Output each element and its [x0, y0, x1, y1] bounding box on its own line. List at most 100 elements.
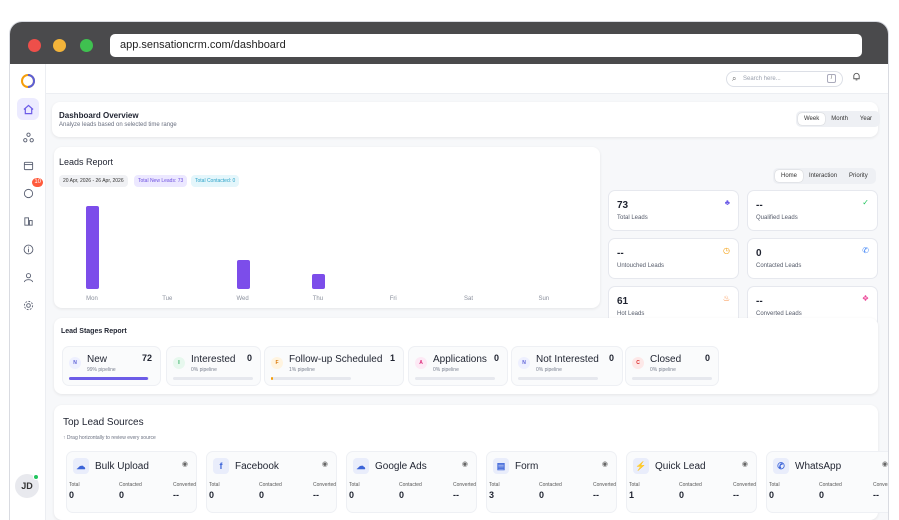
stage-name: Interested: [191, 354, 236, 365]
source-col-value: 0: [769, 490, 775, 500]
search-shortcut-key: /: [827, 74, 836, 83]
stat-label: Total Leads: [617, 215, 648, 221]
search-input[interactable]: ⌕ Search here... /: [726, 71, 843, 87]
stage-pipeline: 0% pipeline: [191, 367, 217, 373]
logo-icon[interactable]: [17, 70, 39, 92]
eye-icon[interactable]: ◉: [182, 460, 188, 468]
source-col-label: Total: [209, 482, 220, 488]
stat-value: 0: [756, 248, 762, 259]
search-placeholder: Search here...: [743, 76, 781, 82]
crm-app: 10 JD ⌕ Search here... / Dashboard Overv…: [10, 64, 888, 520]
view-tabs: Home Interaction Priority: [773, 168, 876, 184]
range-tab-month[interactable]: Month: [825, 113, 854, 125]
avatar-initials: JD: [21, 481, 33, 491]
source-card-bulk-upload[interactable]: ☁ Bulk Upload ◉ Total 0 Contacted 0 Converted --: [67, 452, 196, 512]
eye-icon[interactable]: ◉: [462, 460, 468, 468]
source-col-value: 0: [679, 490, 685, 500]
source-card-google-ads[interactable]: ☁ Google Ads ◉ Total 0 Contacted 0 Converted --: [347, 452, 476, 512]
clock-icon: ◷: [723, 246, 730, 255]
info-icon[interactable]: [17, 238, 39, 260]
source-col-label: Converted: [453, 482, 477, 488]
stage-progress-fill: [69, 377, 149, 380]
avatar[interactable]: JD: [15, 474, 39, 498]
source-col-value: 0: [349, 490, 355, 500]
source-name: WhatsApp: [795, 461, 842, 472]
range-tab-week[interactable]: Week: [798, 113, 826, 125]
stage-initial: N: [69, 357, 81, 369]
source-card-quick-lead[interactable]: ⚡ Quick Lead ◉ Total 1 Contacted 0 Converted --: [627, 452, 756, 512]
stat-card-untouched-leads[interactable]: -- Untouched Leads ◷: [609, 239, 738, 278]
network-icon[interactable]: [17, 126, 39, 148]
source-col-value: --: [733, 490, 739, 500]
source-col-value: 0: [399, 490, 405, 500]
stat-card-contacted-leads[interactable]: 0 Contacted Leads ✆: [748, 239, 877, 278]
stage-count: 1: [389, 353, 395, 363]
source-card-form[interactable]: ▤ Form ◉ Total 3 Contacted 0 Converted --: [487, 452, 616, 512]
view-tab-interaction[interactable]: Interaction: [803, 170, 843, 182]
stage-progress-track: [415, 377, 495, 380]
notifications-icon[interactable]: 10: [17, 178, 43, 204]
eye-icon[interactable]: ◉: [742, 460, 748, 468]
home-icon[interactable]: [17, 98, 39, 120]
source-name: Google Ads: [375, 461, 427, 472]
source-col-label: Converted: [733, 482, 757, 488]
stage-progress-track: [632, 377, 712, 380]
view-tab-priority[interactable]: Priority: [843, 170, 874, 182]
source-col-value: 0: [119, 490, 125, 500]
page-subtitle: Analyze leads based on selected time ran…: [59, 122, 177, 128]
stage-count: 72: [141, 353, 152, 363]
source-name: Quick Lead: [655, 461, 706, 472]
stage-card-not-interested[interactable]: N Not Interested 0 0% pipeline: [512, 347, 622, 385]
stage-count: 0: [608, 353, 614, 363]
stage-card-interested[interactable]: I Interested 0 0% pipeline: [167, 347, 260, 385]
leads-report-title: Leads Report: [59, 157, 114, 167]
user-icon[interactable]: [17, 266, 39, 288]
stage-card-follow-up-scheduled[interactable]: F Follow-up Scheduled 1 1% pipeline: [265, 347, 403, 385]
stage-name: New: [87, 354, 108, 365]
calendar-icon[interactable]: [17, 154, 39, 176]
eye-icon[interactable]: ◉: [882, 460, 888, 468]
source-col-label: Contacted: [539, 482, 562, 488]
source-col-value: --: [173, 490, 179, 500]
source-col-label: Total: [489, 482, 500, 488]
stage-card-applications[interactable]: A Applications 0 0% pipeline: [409, 347, 507, 385]
source-col-label: Contacted: [819, 482, 842, 488]
source-col-label: Converted: [873, 482, 888, 488]
minimize-window-button[interactable]: [53, 39, 66, 52]
source-card-facebook[interactable]: f Facebook ◉ Total 0 Contacted 0 Converted --: [207, 452, 336, 512]
source-col-label: Converted: [313, 482, 337, 488]
lead-sources-title: Top Lead Sources: [63, 417, 144, 428]
stat-card-qualified-leads[interactable]: -- Qualified Leads ✓: [748, 191, 877, 230]
flame-icon: ♨: [722, 294, 730, 303]
stat-card-total-leads[interactable]: 73 Total Leads ♣: [609, 191, 738, 230]
source-col-label: Contacted: [679, 482, 702, 488]
stage-initial: A: [415, 357, 427, 369]
stage-card-closed[interactable]: C Closed 0 0% pipeline: [626, 347, 718, 385]
stat-value: 73: [617, 200, 629, 211]
eye-icon[interactable]: ◉: [602, 460, 608, 468]
stage-initial: F: [271, 357, 283, 369]
cloud-upload-icon: ☁: [353, 458, 369, 474]
settings-icon[interactable]: [17, 294, 39, 316]
view-tab-home[interactable]: Home: [775, 170, 804, 182]
source-col-label: Contacted: [399, 482, 422, 488]
url-bar[interactable]: app.sensationcrm.com/dashboard: [110, 34, 862, 57]
source-col-value: 0: [259, 490, 265, 500]
close-window-button[interactable]: [28, 39, 41, 52]
maximize-window-button[interactable]: [80, 39, 93, 52]
stage-card-new[interactable]: N New 72 99% pipeline: [63, 347, 160, 385]
source-col-value: 0: [819, 490, 825, 500]
documents-icon[interactable]: [17, 210, 39, 232]
stage-initial: C: [632, 357, 644, 369]
stage-pipeline: 0% pipeline: [433, 367, 459, 373]
source-card-whatsapp[interactable]: ✆ WhatsApp ◉ Total 0 Contacted 0 Converted --: [767, 452, 888, 512]
bar-thu: [311, 273, 325, 289]
day-label-mon: Mon: [86, 296, 98, 302]
range-tab-year[interactable]: Year: [854, 113, 878, 125]
stage-count: 0: [704, 353, 710, 363]
bell-icon[interactable]: [852, 72, 861, 83]
source-col-label: Contacted: [259, 482, 282, 488]
eye-icon[interactable]: ◉: [322, 460, 328, 468]
browser-window: app.sensationcrm.com/dashboard 10 JD ⌕ S…: [10, 22, 888, 520]
stage-progress-track: [69, 377, 149, 380]
